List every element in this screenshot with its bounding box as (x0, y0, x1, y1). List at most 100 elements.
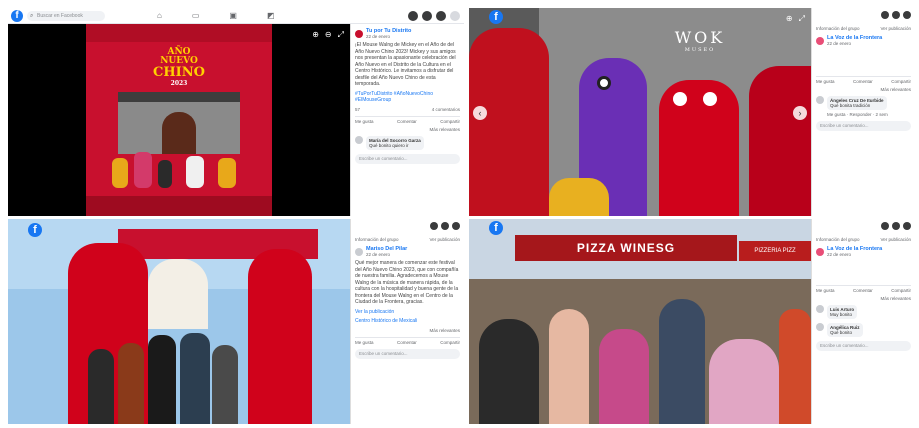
location-link[interactable]: Centro Histórico de Mexicali (355, 318, 460, 325)
post-date[interactable]: 22 de enero (827, 252, 882, 257)
top-icons (881, 222, 911, 230)
share-button[interactable]: Compartir (440, 119, 460, 124)
facebook-logo-icon[interactable]: f (11, 9, 23, 22)
facebook-badge-icon: f (489, 10, 503, 24)
post-panel-family: f Información del grupo Ver publicación … (8, 219, 464, 424)
chinese-gate-illustration (118, 92, 240, 154)
photo-controls: ⊕ ⤢ (786, 14, 805, 24)
red-lion-center (659, 80, 739, 216)
poster-year: 2023 (170, 80, 188, 87)
zoom-in-icon[interactable]: ⊕ (312, 30, 319, 40)
view-post-link[interactable]: Ver publicación (880, 26, 911, 31)
watch-icon[interactable]: ▭ (192, 11, 200, 20)
comment-button[interactable]: Comentar (397, 119, 417, 124)
commenter-name[interactable]: María del Socorro Garza (369, 138, 421, 143)
previous-photo-icon[interactable]: ‹ (473, 106, 487, 120)
next-photo-icon[interactable]: › (793, 106, 807, 120)
menu-icon[interactable] (881, 222, 889, 230)
facebook-badge-icon: f (28, 223, 42, 237)
messenger-icon[interactable] (422, 11, 432, 21)
comment-input[interactable]: Escribe un comentario... (816, 341, 911, 351)
menu-icon[interactable] (408, 11, 418, 21)
share-button[interactable]: Compartir (891, 79, 911, 84)
collage-page: f Buscar en Facebook ⌂ ▭ ▣ ◩ AÑO NUEVO (0, 0, 919, 428)
messenger-icon[interactable] (892, 222, 900, 230)
facebook-badge-icon: f (489, 221, 503, 235)
like-button[interactable]: Me gusta (816, 288, 835, 293)
page-avatar[interactable] (355, 29, 363, 38)
like-button[interactable]: Me gusta (816, 79, 835, 84)
view-post-link[interactable]: Ver publicación (429, 237, 460, 242)
post-photo-poster[interactable]: AÑO NUEVO CHINO 2023 ⊕ ⊖ ⤢ (8, 24, 350, 216)
sort-comments[interactable]: Más relevantes (355, 328, 460, 333)
messenger-icon[interactable] (441, 222, 449, 230)
like-button[interactable]: Me gusta (355, 340, 374, 345)
sort-comments[interactable]: Más relevantes (816, 296, 911, 301)
sort-comments[interactable]: Más relevantes (355, 127, 460, 132)
post-date[interactable]: 22 de enero (366, 252, 407, 257)
marketplace-icon[interactable]: ▣ (229, 11, 237, 20)
fullscreen-icon[interactable]: ⤢ (799, 14, 805, 24)
poster-title-line3: CHINO (153, 65, 205, 80)
comments-count[interactable]: 4 comentarios (432, 107, 460, 112)
post-photo-lion-dance[interactable]: WOK MUSEO f ‹ › ⊕ ⤢ (469, 8, 811, 216)
comment-text: Qué bonita tradición (830, 103, 871, 108)
post-photo-family[interactable]: f (8, 219, 350, 424)
comment-button[interactable]: Comentar (853, 79, 873, 84)
reactions-count[interactable]: 57 (355, 107, 360, 112)
menu-icon[interactable] (430, 222, 438, 230)
post-panel-lion-dance: WOK MUSEO f ‹ › ⊕ ⤢ Información del grup… (469, 8, 915, 216)
see-post-link[interactable]: Ver la publicación (355, 309, 460, 316)
post-panel-crowd: PIZZA WINESG PIZZERIA PIZZ f Información… (469, 219, 915, 424)
zoom-in-icon[interactable]: ⊕ (786, 14, 793, 24)
post-date[interactable]: 22 de enero (366, 34, 411, 39)
post-text: Qué mejor manera de comenzar este festiv… (355, 260, 459, 305)
crowd (469, 279, 811, 424)
photo-controls: ⊕ ⊖ ⤢ (312, 30, 344, 40)
like-button[interactable]: Me gusta (355, 119, 374, 124)
page-avatar[interactable] (816, 36, 824, 45)
comment-button[interactable]: Comentar (397, 340, 417, 345)
notifications-icon[interactable] (903, 222, 911, 230)
comment-actions[interactable]: Me gusta · Responder · 2 sem (827, 112, 911, 117)
view-post-link[interactable]: Ver publicación (880, 237, 911, 242)
comment-item: María del Socorro Garza Qué bonito quier… (355, 135, 460, 150)
comment-input[interactable]: Escribe un comentario... (355, 348, 460, 359)
commenter-avatar[interactable] (355, 135, 363, 144)
zoom-out-icon[interactable]: ⊖ (325, 30, 332, 40)
commenter-avatar[interactable] (816, 323, 824, 331)
comment-input[interactable]: Escribe un comentario... (355, 153, 460, 164)
menu-icon[interactable] (881, 11, 889, 19)
poster-header (86, 24, 272, 42)
avatar[interactable] (450, 11, 460, 21)
main-nav: ⌂ ▭ ▣ ◩ (157, 11, 275, 20)
messenger-icon[interactable] (892, 11, 900, 19)
search-input[interactable]: Buscar en Facebook (27, 10, 105, 21)
gaming-icon[interactable]: ◩ (267, 11, 275, 20)
notifications-icon[interactable] (903, 11, 911, 19)
post-photo-crowd[interactable]: PIZZA WINESG PIZZERIA PIZZ f (469, 219, 811, 424)
group-info-link[interactable]: Información del grupo (355, 237, 399, 242)
post-hashtags[interactable]: #TuPorTuDistrito #AñoNuevoChino #ElMouse… (355, 91, 460, 104)
commenter-avatar[interactable] (816, 96, 824, 104)
comment-text: Qué bonito quiero ir (369, 142, 409, 148)
commenter-avatar[interactable] (816, 305, 824, 313)
notifications-icon[interactable] (436, 11, 446, 21)
post-date[interactable]: 22 de enero (827, 41, 882, 46)
home-icon[interactable]: ⌂ (157, 11, 162, 20)
notifications-icon[interactable] (452, 222, 460, 230)
page-avatar[interactable] (816, 247, 824, 256)
comment-input[interactable]: Escribe un comentario... (816, 121, 911, 131)
red-lion-right (248, 249, 312, 424)
post-panel-poster: f Buscar en Facebook ⌂ ▭ ▣ ◩ AÑO NUEVO (8, 8, 464, 216)
post-text: ¡El Mouse Walng de Mickey en el Año de d… (355, 42, 456, 87)
comment-button[interactable]: Comentar (853, 288, 873, 293)
group-info-link[interactable]: Información del grupo (816, 237, 860, 242)
sort-comments[interactable]: Más relevantes (816, 87, 911, 92)
group-info-link[interactable]: Información del grupo (816, 26, 860, 31)
page-avatar[interactable] (355, 247, 363, 256)
share-button[interactable]: Compartir (440, 340, 460, 345)
fullscreen-icon[interactable]: ⤢ (338, 30, 344, 40)
top-icons (430, 222, 460, 230)
share-button[interactable]: Compartir (891, 288, 911, 293)
